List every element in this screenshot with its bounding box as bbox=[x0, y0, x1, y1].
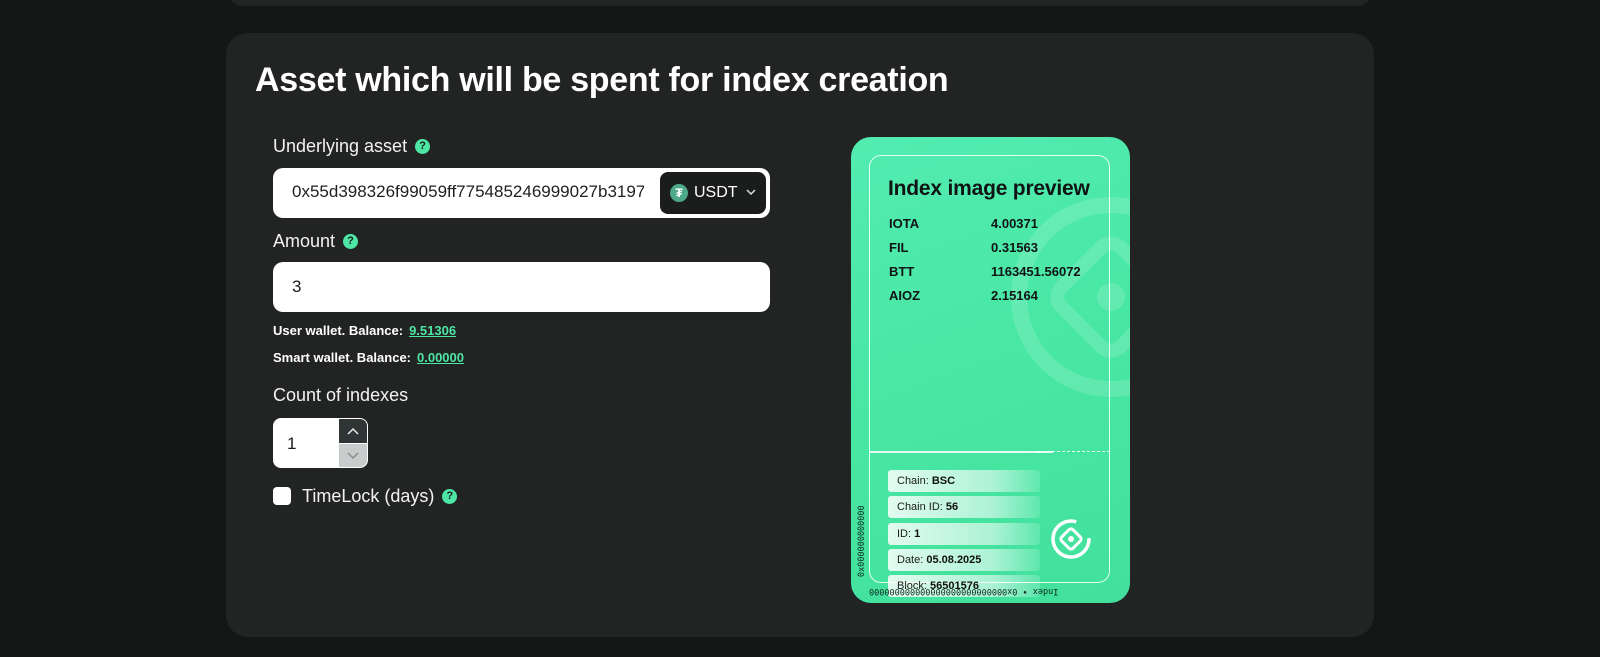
tether-icon: ₮ bbox=[670, 184, 688, 202]
info-chain: Chain: BSC bbox=[888, 470, 1040, 492]
index-logo-icon bbox=[1051, 519, 1091, 559]
asset-symbol: IOTA bbox=[889, 216, 920, 231]
count-value[interactable]: 1 bbox=[287, 434, 296, 454]
help-icon[interactable]: ? bbox=[415, 139, 431, 154]
token-select-button[interactable]: ₮ USDT bbox=[660, 172, 766, 214]
info-date: Date: 05.08.2025 bbox=[888, 549, 1040, 571]
asset-symbol: BTT bbox=[889, 264, 915, 279]
user-wallet-balance: User wallet. Balance: 9.51306 bbox=[273, 323, 456, 338]
asset-amount: 1163451.56072 bbox=[991, 264, 1081, 279]
asset-symbol: AIOZ bbox=[889, 288, 921, 303]
underlying-asset-label-text: Underlying asset bbox=[273, 136, 408, 156]
user-balance-label: User wallet. Balance: bbox=[273, 323, 404, 338]
asset-amount: 2.15164 bbox=[991, 288, 1038, 303]
smart-balance-label: Smart wallet. Balance: bbox=[273, 350, 411, 365]
card-divider bbox=[869, 451, 1053, 453]
asset-amount: 0.31563 bbox=[991, 240, 1038, 255]
amount-value: 3 bbox=[292, 277, 302, 296]
underlying-asset-field[interactable]: 0x55d398326f99059ff775485246999027b31979… bbox=[273, 168, 770, 218]
chevron-down-icon bbox=[746, 188, 756, 199]
card-serial-bottom: Index • 0x000000000000000000000000000 bbox=[869, 586, 1059, 596]
previous-section-panel bbox=[226, 0, 1374, 6]
card-serial-side: 0x000000000000 bbox=[857, 505, 867, 577]
user-balance-value[interactable]: 9.51306 bbox=[409, 323, 456, 338]
smart-balance-value[interactable]: 0.00000 bbox=[417, 350, 464, 365]
section-title: Asset which will be spent for index crea… bbox=[255, 61, 949, 99]
index-preview-card: Index image preview IOTA 4.00371 FIL 0.3… bbox=[851, 137, 1130, 603]
timelock-label: TimeLock (days) ? bbox=[302, 486, 458, 507]
smart-wallet-balance: Smart wallet. Balance: 0.00000 bbox=[273, 350, 464, 365]
help-icon[interactable]: ? bbox=[442, 489, 458, 504]
asset-address-input[interactable]: 0x55d398326f99059ff775485246999027b31979… bbox=[292, 182, 644, 202]
underlying-asset-label: Underlying asset ? bbox=[273, 136, 431, 157]
preview-title: Index image preview bbox=[888, 177, 1090, 200]
chevron-down-icon[interactable] bbox=[339, 444, 367, 467]
card-divider-dashed bbox=[1037, 451, 1110, 452]
token-symbol: USDT bbox=[694, 184, 738, 201]
count-stepper[interactable]: 1 bbox=[273, 418, 368, 468]
timelock-checkbox[interactable] bbox=[273, 487, 291, 505]
help-icon[interactable]: ? bbox=[343, 234, 359, 249]
amount-label: Amount ? bbox=[273, 231, 359, 252]
info-chain-id: Chain ID: 56 bbox=[888, 496, 1040, 518]
amount-label-text: Amount bbox=[273, 231, 336, 251]
count-label-text: Count of indexes bbox=[273, 385, 409, 405]
count-label: Count of indexes bbox=[273, 385, 408, 406]
timelock-label-text: TimeLock (days) bbox=[302, 486, 435, 506]
asset-symbol: FIL bbox=[889, 240, 909, 255]
chevron-up-icon[interactable] bbox=[339, 419, 367, 443]
amount-input[interactable]: 3 bbox=[273, 262, 770, 312]
info-id: ID: 1 bbox=[888, 523, 1040, 545]
asset-amount: 4.00371 bbox=[991, 216, 1038, 231]
asset-section-panel: Asset which will be spent for index crea… bbox=[226, 33, 1374, 637]
